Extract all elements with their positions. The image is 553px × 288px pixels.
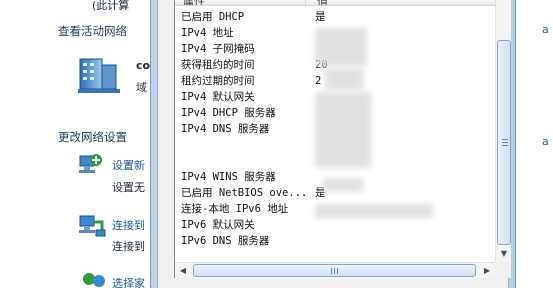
scroll-grip [334,268,335,274]
redacted-value-area [323,178,363,192]
network-type-partial: 域 [136,81,147,94]
property-cell: IPv4 WINS 服务器 [181,171,276,183]
scroll-grip [331,268,332,274]
detail-row[interactable]: IPv6 DNS 服务器 [181,233,491,249]
property-cell: IPv6 默认网关 [181,219,255,231]
scroll-grip [502,139,508,140]
network-computer-icon[interactable] [78,53,132,95]
detail-row[interactable]: IPv6 默认网关 [181,217,491,233]
redacted-value-area [315,204,433,218]
property-cell: 已启用 NetBIOS ove... [181,187,308,199]
property-cell: 租约过期的时间 [181,75,255,87]
property-cell: IPv6 DNS 服务器 [181,235,270,247]
scrollbar-corner [495,262,511,278]
redacted-value-area [315,92,371,168]
vertical-scroll-thumb[interactable] [497,40,511,245]
detail-row[interactable]: 已启用 DHCP 是 [181,9,491,25]
scroll-grip [502,145,508,146]
network-sharing-center-window: (此计算 查看活动网络 co 域 更改网络设置 设置新 设置无 连接到 连接到 … [0,0,152,288]
right-edge-link-1[interactable]: a [542,23,549,36]
scroll-left-arrow-icon[interactable]: ◀ [175,263,191,278]
column-divider[interactable] [305,0,306,5]
right-edge-link-2[interactable]: a [542,135,549,148]
vertical-scrollbar[interactable]: ▼ [495,0,511,262]
property-cell: IPv4 DNS 服务器 [181,123,270,135]
scroll-down-arrow-icon[interactable]: ▼ [497,246,511,261]
value-cell: 是 [315,11,326,23]
active-networks-heading: 查看活动网络 [58,24,127,38]
property-cell: 获得租约的时间 [181,59,255,71]
scroll-grip [337,268,338,274]
header-partial-text: (此计算 [92,0,130,12]
redacted-value-area [325,68,363,90]
connection-details-list[interactable]: 属性 值 已启用 DHCP 是 IPv4 地址 IPv4 子网掩码 获得租约的时间… [174,0,511,278]
property-cell: 已启用 DHCP [181,11,245,23]
property-column-header[interactable]: 属性 [183,0,205,5]
scroll-grip [502,142,508,143]
horizontal-scrollbar[interactable]: ◀ ▶ [175,262,495,278]
value-cell: 2 [315,75,322,87]
connect-network-icon [79,215,106,237]
add-connection-icon [79,154,102,173]
redacted-value-area [315,28,367,66]
property-cell: IPv4 子网掩码 [181,43,255,55]
property-cell: IPv4 默认网关 [181,91,255,103]
property-cell: 连接-本地 IPv6 地址 [181,203,289,215]
list-header[interactable]: 属性 值 [175,0,496,6]
property-cell: IPv4 地址 [181,27,234,39]
horizontal-scroll-thumb[interactable] [193,264,476,277]
scroll-right-arrow-icon[interactable]: ▶ [479,263,495,278]
homegroup-icon [83,273,105,287]
change-settings-heading: 更改网络设置 [58,130,127,144]
task-connect-desc: 连接到 [112,240,145,253]
task-setup-new-link[interactable]: 设置新 [112,157,145,173]
task-setup-new-desc: 设置无 [112,181,145,194]
task-homegroup-link[interactable]: 选择家 [112,275,145,288]
property-cell: IPv4 DHCP 服务器 [181,107,276,119]
network-name-partial[interactable]: co [136,59,150,72]
value-column-header[interactable]: 值 [317,0,328,5]
task-connect-link[interactable]: 连接到 [112,217,145,233]
